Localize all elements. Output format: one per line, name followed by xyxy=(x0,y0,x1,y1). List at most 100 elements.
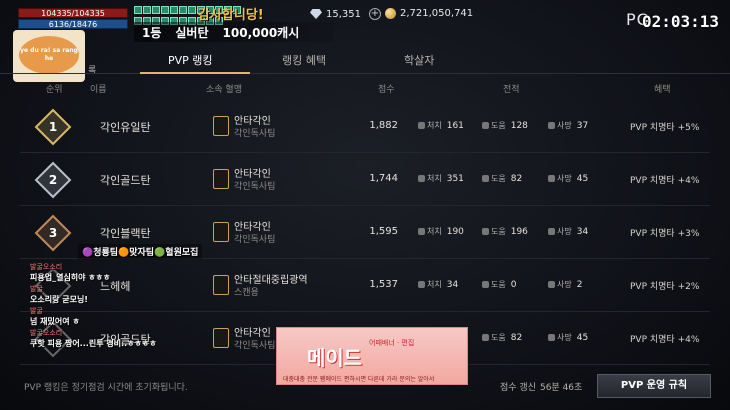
rank-number: 3 xyxy=(48,226,58,240)
mp-bar: 6136/18476 xyxy=(18,19,128,29)
skull-icon xyxy=(418,228,425,235)
diamond-icon xyxy=(310,9,322,19)
assist-stat: 도움 82 xyxy=(482,173,522,184)
kill-stat: 처치 161 xyxy=(418,120,464,131)
assist-stat: 도움 82 xyxy=(482,332,522,343)
rank-name: 실버탄 xyxy=(175,25,209,40)
tombstone-icon xyxy=(548,334,555,341)
benefit-text: PVP 치명타 +3% xyxy=(630,229,700,239)
buff-icon xyxy=(143,6,151,14)
death-stat: 사망 34 xyxy=(548,226,588,237)
kill-label: 처치 xyxy=(427,174,442,183)
update-time: 56분 46초 xyxy=(539,383,583,393)
assist-label: 도움 xyxy=(491,280,506,289)
guild-sub: 각인독사팀 xyxy=(234,129,276,139)
skull-icon xyxy=(418,175,425,182)
player-score: 1,744 xyxy=(369,173,398,184)
player-name: 각인블랙탄 xyxy=(100,227,151,240)
hand-icon xyxy=(482,175,489,182)
ad-desc: 대충대충 전문 팸메이드 편하시면 다른데 가라 문의는 알아서 xyxy=(283,376,435,383)
rank-cash: 100,000캐시 xyxy=(222,25,300,40)
buff-icon xyxy=(170,6,178,14)
death-label: 사망 xyxy=(557,227,572,236)
game-screen: 104335/104335 6136/18476 감사합니당! 1등 실버탄 1… xyxy=(0,0,730,410)
buff-icon xyxy=(179,6,187,14)
tombstone-icon xyxy=(548,122,555,129)
benefit-text: PVP 치명타 +5% xyxy=(630,123,700,133)
kill-label: 처치 xyxy=(427,227,442,236)
kill-label: 처치 xyxy=(427,280,442,289)
death-label: 사망 xyxy=(557,280,572,289)
guild-sub: 스캔용 xyxy=(234,288,259,298)
pvp-rules-button[interactable]: PVP 운영 규칙 xyxy=(597,374,711,398)
rank-number: 1 xyxy=(48,120,58,134)
chat-user: 발굴 xyxy=(30,285,43,293)
buff-icon xyxy=(161,6,169,14)
hand-icon xyxy=(482,334,489,341)
guild-name: 안타각인 xyxy=(234,169,271,180)
tombstone-icon xyxy=(548,228,555,235)
assist-count: 196 xyxy=(510,226,528,237)
rank-number: 2 xyxy=(48,173,58,187)
guild-crest-icon xyxy=(213,328,229,348)
assist-label: 도움 xyxy=(491,121,506,130)
guild-name: 안타절대중립광역 xyxy=(234,275,308,286)
skull-icon xyxy=(418,281,425,288)
death-stat: 사망 45 xyxy=(548,173,588,184)
death-label: 사망 xyxy=(557,121,572,130)
assist-label: 도움 xyxy=(491,333,506,342)
assist-count: 82 xyxy=(510,173,523,184)
death-count: 45 xyxy=(576,173,589,184)
ad-title: 어때배너 · 편집 xyxy=(369,339,415,347)
assist-stat: 도움 0 xyxy=(482,279,516,290)
col-name: 이름 xyxy=(90,85,107,95)
diamond-counter: 15,351 + xyxy=(310,8,381,20)
death-label: 사망 xyxy=(557,174,572,183)
ranking-row[interactable]: 2 각인골드탄 안타각인 각인독사팀 1,744 처치 351 도움 82 사망 45… xyxy=(20,153,710,206)
death-stat: 사망 45 xyxy=(548,332,588,343)
rank-label: 1등 xyxy=(142,25,162,40)
kill-stat: 처치 34 xyxy=(418,279,458,290)
chat-user: 발굴오소리 xyxy=(30,263,63,271)
add-diamond-button[interactable]: + xyxy=(369,8,381,20)
gold-counter: 2,721,050,741 xyxy=(385,8,473,19)
ranking-row[interactable]: 1 각인유일탄 안타각인 각인독사팀 1,882 처치 161 도움 128 사망 3… xyxy=(20,100,710,153)
col-record: 전적 xyxy=(503,85,520,95)
death-count: 37 xyxy=(576,120,589,131)
gold-icon xyxy=(385,8,396,19)
buff-icon xyxy=(152,6,160,14)
hp-bar: 104335/104335 xyxy=(18,8,128,18)
active-tab-indicator xyxy=(140,72,250,74)
guild-sub: 각인독사팀 xyxy=(234,235,276,245)
col-guild: 소속 혈맹 xyxy=(206,85,242,95)
chat-overlay: 발굴오소리 피용업_열심히야 ㅎㅎㅎ 발굴 오소리랑 굳모닝! 발굴 넘 재밌어여 ㅎ 발굴… xyxy=(30,262,210,350)
buff-icon xyxy=(188,6,196,14)
chat-message: 넘 재밌어여 ㅎ xyxy=(30,317,80,326)
assist-stat: 도움 128 xyxy=(482,120,528,131)
guild-sub: 각인독사팀 xyxy=(234,341,276,351)
tombstone-icon xyxy=(548,175,555,182)
rank-banner: 1등 실버탄 100,000캐시 xyxy=(134,22,334,42)
tab-ranking-benefits[interactable]: 랭킹 혜택 xyxy=(282,52,326,68)
assist-count: 0 xyxy=(510,279,517,290)
stream-timer: 02:03:13 xyxy=(642,12,720,31)
buff-icon xyxy=(134,6,142,14)
player-score: 1,537 xyxy=(369,279,398,290)
kill-label: 처치 xyxy=(427,121,442,130)
ad-brand: 메이드 xyxy=(307,346,363,370)
benefit-text: PVP 치명타 +4% xyxy=(630,176,700,186)
death-stat: 사망 2 xyxy=(548,279,582,290)
chat-user: 발굴 xyxy=(30,307,43,315)
tab-slayer[interactable]: 학살자 xyxy=(404,52,434,68)
tab-pvp-ranking[interactable]: PVP 랭킹 xyxy=(168,52,213,68)
death-label: 사망 xyxy=(557,333,572,342)
tab-bar: PVP 랭킹 랭킹 혜택 학살자 xyxy=(0,46,730,74)
player-score: 1,882 xyxy=(369,120,398,131)
player-name: 각인유일탄 xyxy=(100,121,151,134)
hand-icon xyxy=(482,228,489,235)
kill-count: 351 xyxy=(446,173,464,184)
tombstone-icon xyxy=(548,281,555,288)
assist-label: 도움 xyxy=(491,227,506,236)
gold-value: 2,721,050,741 xyxy=(400,8,474,19)
death-stat: 사망 37 xyxy=(548,120,588,131)
